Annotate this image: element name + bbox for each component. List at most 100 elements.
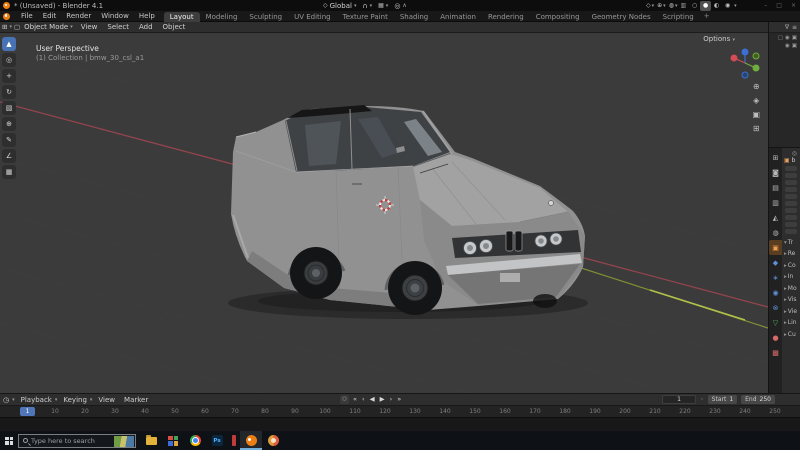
next-keyframe-button[interactable]: › — [390, 395, 393, 403]
transform-tool[interactable]: ⊕ — [2, 117, 16, 131]
workspace-tab[interactable]: Compositing — [530, 12, 586, 22]
menu-item[interactable]: Window — [96, 12, 134, 20]
transform-sliders[interactable] — [784, 165, 799, 234]
workspace-tab[interactable]: Shading — [394, 12, 434, 22]
workspace-tab[interactable]: Sculpting — [243, 12, 288, 22]
add-workspace-button[interactable]: + — [700, 12, 714, 20]
navigation-gizmo[interactable] — [728, 46, 762, 80]
xray-toggle-icon[interactable]: ▥ — [680, 2, 686, 9]
blender-menu-icon[interactable] — [3, 12, 10, 20]
tab-particles[interactable]: ∗ — [769, 270, 782, 285]
cursor-tool[interactable]: ◎ — [2, 53, 16, 67]
workspace-tab[interactable]: Texture Paint — [337, 12, 394, 22]
outliner-toggle-icon[interactable]: ▣ — [792, 35, 797, 41]
timeline-editor-icon[interactable]: ◷ — [0, 396, 12, 404]
viewport-menu-item[interactable]: Add — [134, 23, 158, 31]
properties-panel-header[interactable]: ▸Co — [784, 262, 799, 269]
current-frame-field[interactable]: 1 — [662, 395, 697, 404]
tab-physics[interactable]: ◉ — [769, 285, 782, 300]
timeline-menu-item[interactable]: Keying — [60, 396, 90, 404]
snap-target-icon[interactable]: ▦ — [378, 2, 384, 9]
menu-item[interactable]: Help — [134, 12, 160, 20]
properties-panel-header[interactable]: ▸Vis — [784, 296, 799, 303]
workspace-tab[interactable]: Rendering — [482, 12, 530, 22]
viewport-menu-item[interactable]: Object — [158, 23, 191, 31]
properties-panel-header[interactable]: ▸Mo — [784, 285, 799, 292]
snap-magnet-icon[interactable]: ∩ — [362, 2, 367, 10]
workspace-tab[interactable]: Modeling — [200, 12, 244, 22]
visibility-caret-icon[interactable]: ▾ — [652, 3, 655, 9]
tab-data[interactable]: ▽ — [769, 315, 782, 330]
workspace-tab[interactable]: Animation — [434, 12, 482, 22]
chrome-icon[interactable] — [184, 431, 206, 450]
maximize-button[interactable]: □ — [776, 2, 782, 9]
mode-dropdown[interactable]: Object Mode — [22, 23, 70, 31]
proportional-falloff-icon[interactable]: ∧ — [402, 2, 406, 9]
red-app-icon[interactable] — [228, 431, 240, 450]
outliner-menu-icon[interactable]: ≡ — [792, 24, 797, 31]
timeline-menu-item[interactable]: Marker — [121, 396, 151, 404]
select-box-tool[interactable]: ▲ — [2, 37, 16, 51]
3d-viewport[interactable]: ▲ ◎ + ↻ ▧ ⊕ ✎ ∠ ▦ User Perspective (1) Collectio… — [0, 33, 768, 393]
auto-keying-toggle[interactable]: ○ — [340, 394, 349, 404]
tab-material[interactable]: ● — [769, 330, 782, 345]
shading-material[interactable]: ◐ — [711, 1, 722, 11]
viewport-menu-item[interactable]: Select — [102, 23, 134, 31]
timeline-menu-item[interactable]: View — [95, 396, 118, 404]
jump-start-button[interactable]: « — [353, 395, 357, 403]
workspace-tab[interactable]: UV Editing — [288, 12, 337, 22]
tab-tool[interactable]: ⊞ — [769, 150, 782, 165]
viewport-menu-item[interactable]: View — [76, 23, 103, 31]
properties-panel-header[interactable]: ▸Vie — [784, 308, 799, 315]
play-button[interactable]: ▶ — [380, 395, 385, 403]
minimize-button[interactable]: – — [764, 2, 767, 9]
tab-modifiers[interactable]: ◆ — [769, 255, 782, 270]
overlays-toggle-icon[interactable]: ◍ — [669, 2, 674, 9]
tab-output[interactable]: ▤ — [769, 180, 782, 195]
measure-tool[interactable]: ∠ — [2, 149, 16, 163]
toggle-perspective-icon[interactable]: ⊞ — [753, 124, 760, 133]
orientation-caret-icon[interactable]: ▾ — [354, 3, 357, 9]
tab-view-layer[interactable]: ▥ — [769, 195, 782, 210]
shading-solid[interactable]: ● — [700, 0, 712, 11]
taskbar-search[interactable]: Type here to search — [18, 433, 136, 448]
play-reverse-button[interactable]: ◀ — [370, 395, 375, 403]
photos-app-icon[interactable] — [162, 431, 184, 450]
properties-search-icon[interactable]: ◎ — [784, 150, 799, 157]
proportional-edit-icon[interactable]: ◎ — [394, 2, 400, 10]
browser-icon[interactable] — [262, 431, 284, 450]
options-button[interactable]: Options ▾ — [703, 35, 735, 43]
tab-scene[interactable]: ◭ — [769, 210, 782, 225]
snap-target-caret-icon[interactable]: ▾ — [386, 3, 389, 9]
tab-object[interactable]: ▣ — [769, 240, 782, 255]
tab-world[interactable]: ◍ — [769, 225, 782, 240]
properties-panel-header[interactable]: ▸Re — [784, 250, 799, 257]
outliner-toggle-icon[interactable]: ◉ — [785, 43, 790, 49]
properties-panel-header[interactable]: ▸Cu — [784, 331, 799, 338]
properties-panel-header[interactable]: ▾Tr — [784, 239, 799, 246]
orientation-dropdown[interactable]: Global — [330, 2, 352, 10]
menu-item[interactable]: Edit — [38, 12, 62, 20]
mode-caret-icon[interactable]: ▾ — [70, 24, 73, 30]
overlays-caret-icon[interactable]: ▾ — [675, 3, 678, 9]
tab-render[interactable]: ◙ — [769, 165, 782, 180]
outliner-toggle-icon[interactable]: ▢ — [778, 35, 783, 41]
add-cube-tool[interactable]: ▦ — [2, 165, 16, 179]
rotate-tool[interactable]: ↻ — [2, 85, 16, 99]
menu-item[interactable]: File — [16, 12, 38, 20]
move-tool[interactable]: + — [2, 69, 16, 83]
shading-rendered[interactable]: ◉ — [722, 1, 733, 11]
pan-hand-icon[interactable]: ◈ — [753, 96, 759, 105]
jump-end-button[interactable]: » — [397, 395, 401, 403]
timeline-editor-caret-icon[interactable]: ▾ — [12, 397, 15, 403]
end-frame-field[interactable]: End 250 — [741, 395, 775, 404]
gizmos-toggle-icon[interactable]: ⊕ — [657, 2, 662, 9]
snap-caret-icon[interactable]: ▾ — [370, 3, 373, 9]
camera-view-icon[interactable]: ▣ — [752, 110, 760, 119]
shading-caret-icon[interactable]: ▾ — [734, 3, 737, 9]
annotate-tool[interactable]: ✎ — [2, 133, 16, 147]
current-frame-indicator[interactable]: 1 — [20, 407, 35, 416]
workspace-tab[interactable]: Layout — [163, 11, 200, 22]
scale-tool[interactable]: ▧ — [2, 101, 16, 115]
tab-texture[interactable]: ▩ — [769, 345, 782, 360]
